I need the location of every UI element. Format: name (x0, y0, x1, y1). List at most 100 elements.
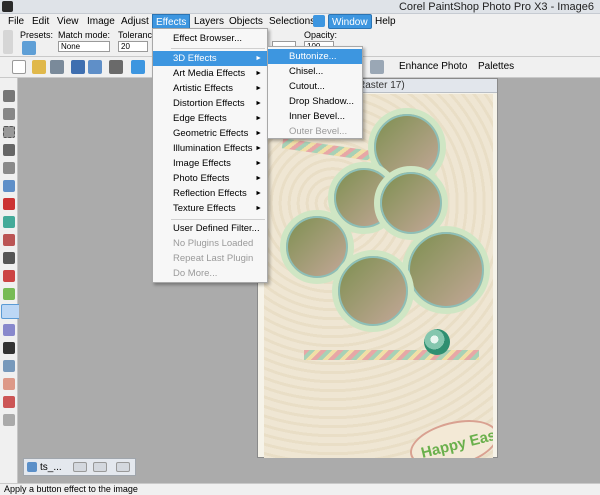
grip-icon (3, 30, 13, 54)
menu-file[interactable]: File (5, 14, 27, 29)
chevron-right-icon: ► (255, 190, 262, 197)
art-media-effects-label: Art Media Effects (173, 68, 246, 79)
menu-image[interactable]: Image (84, 14, 118, 29)
enhance-photo-button[interactable]: Enhance Photo (399, 61, 467, 72)
chevron-right-icon: ► (255, 55, 262, 62)
scratch-remover-icon[interactable] (3, 252, 15, 264)
close-icon[interactable] (116, 462, 130, 472)
undo-icon[interactable] (131, 60, 145, 74)
print-icon[interactable] (109, 60, 123, 74)
pen-tool-icon[interactable] (3, 360, 15, 372)
texture-effects-item[interactable]: Texture Effects ► (153, 201, 267, 216)
maximize-icon[interactable] (93, 462, 107, 472)
save-as-icon[interactable] (88, 60, 102, 74)
window-title: Corel PaintShop Photo Pro X3 - Image6 (398, 1, 594, 13)
cutout-item[interactable]: Cutout... (268, 79, 362, 94)
geometric-effects-item[interactable]: Geometric Effects ► (153, 126, 267, 141)
drop-shadow-item[interactable]: Drop Shadow... (268, 94, 362, 109)
ribbon-band-lower (304, 350, 479, 360)
effect-browser-item[interactable]: Effect Browser... (153, 31, 267, 46)
layers-icon[interactable] (370, 60, 384, 74)
menu-edit[interactable]: Edit (29, 14, 52, 29)
palettes-button[interactable]: Palettes (478, 61, 514, 72)
photo-frame-girl (332, 250, 414, 332)
brush-variance-icon[interactable] (3, 414, 15, 426)
inner-bevel-item[interactable]: Inner Bevel... (268, 109, 362, 124)
zoom-tool-icon[interactable] (3, 108, 15, 120)
menu-view[interactable]: View (54, 14, 82, 29)
clone-tool-icon[interactable] (3, 234, 15, 246)
text-tool-icon[interactable] (3, 342, 15, 354)
match-mode-label: Match mode: (58, 30, 111, 40)
reflection-effects-item[interactable]: Reflection Effects ► (153, 186, 267, 201)
presets-label: Presets: (20, 30, 54, 40)
chevron-right-icon: ► (255, 160, 262, 167)
preset-shape-icon[interactable] (3, 378, 15, 390)
opacity-label: Opacity: (304, 30, 338, 40)
art-media-effects-item[interactable]: Art Media Effects ► (153, 66, 267, 81)
dropper-tool-icon[interactable] (3, 144, 15, 156)
browse-icon[interactable] (50, 60, 64, 74)
reflection-effects-label: Reflection Effects (173, 188, 247, 199)
edge-effects-item[interactable]: Edge Effects ► (153, 111, 267, 126)
image-icon (27, 462, 37, 472)
user-defined-filter-item[interactable]: User Defined Filter... (153, 221, 267, 236)
3d-effects-item[interactable]: 3D Effects ► (153, 51, 267, 66)
tools-toolbar (0, 78, 23, 483)
chevron-right-icon: ► (255, 145, 262, 152)
illumination-effects-item[interactable]: Illumination Effects ► (153, 141, 267, 156)
artistic-effects-item[interactable]: Artistic Effects ► (153, 81, 267, 96)
chevron-right-icon: ► (255, 85, 262, 92)
menu-selections[interactable]: Selections (266, 14, 318, 29)
photo-effects-item[interactable]: Photo Effects ► (153, 171, 267, 186)
minimized-tab-label: ts_... (40, 462, 62, 473)
edge-effects-label: Edge Effects (173, 113, 227, 124)
chisel-item[interactable]: Chisel... (268, 64, 362, 79)
do-more-item: Do More... (173, 268, 218, 279)
3d-effects-submenu: Buttonize... Chisel... Cutout... Drop Sh… (267, 46, 363, 139)
menu-objects[interactable]: Objects (226, 14, 266, 29)
menu-bar: File Edit View Image Adjust Effects Laye… (0, 14, 600, 29)
buttonize-item[interactable]: Buttonize... (268, 49, 362, 64)
menu-adjust[interactable]: Adjust (118, 14, 152, 29)
new-file-icon[interactable] (12, 60, 26, 74)
no-plugins-item: No Plugins Loaded (173, 238, 254, 249)
chevron-right-icon: ► (255, 70, 262, 77)
match-mode-select[interactable]: None (58, 41, 110, 52)
3d-effects-label: 3D Effects (173, 53, 217, 64)
save-icon[interactable] (71, 60, 85, 74)
window-layout-icon[interactable] (313, 15, 325, 27)
status-text: Apply a button effect to the image (4, 484, 138, 494)
menu-separator (171, 48, 265, 49)
menu-window[interactable]: Window (328, 14, 372, 29)
distortion-effects-item[interactable]: Distortion Effects ► (153, 96, 267, 111)
app-icon (2, 1, 13, 12)
red-eye-tool-icon[interactable] (3, 198, 15, 210)
warp-brush-icon[interactable] (3, 288, 15, 300)
menu-effects[interactable]: Effects (152, 14, 191, 29)
repeat-last-plugin-item: Repeat Last Plugin (173, 253, 254, 264)
outer-bevel-item: Outer Bevel... (289, 126, 348, 137)
open-folder-icon[interactable] (32, 60, 46, 74)
flood-fill-preset-icon[interactable] (22, 41, 36, 55)
makeover-tool-icon[interactable] (3, 216, 15, 228)
distortion-effects-label: Distortion Effects (173, 98, 245, 109)
menu-help[interactable]: Help (372, 14, 399, 29)
image-canvas[interactable]: Happy Easter! (264, 94, 493, 458)
minimized-image-tab[interactable]: ts_... (23, 458, 136, 476)
eraser-tool-icon[interactable] (3, 324, 15, 336)
tolerance-input[interactable]: 20 (118, 41, 148, 52)
image-window-title: Raster 17) (358, 80, 405, 91)
status-bar: Apply a button effect to the image (0, 483, 600, 495)
menu-layers[interactable]: Layers (191, 14, 227, 29)
crop-tool-icon[interactable] (3, 162, 15, 174)
restore-icon[interactable] (73, 462, 87, 472)
paint-brush-icon[interactable] (3, 270, 15, 282)
selection-tool-icon[interactable] (3, 126, 15, 138)
image-effects-item[interactable]: Image Effects ► (153, 156, 267, 171)
photo-effects-label: Photo Effects (173, 173, 230, 184)
effects-menu: Effect Browser... 3D Effects ► Art Media… (152, 28, 268, 283)
straighten-tool-icon[interactable] (3, 180, 15, 192)
pan-tool-icon[interactable] (3, 90, 15, 102)
picture-tube-icon[interactable] (3, 396, 15, 408)
